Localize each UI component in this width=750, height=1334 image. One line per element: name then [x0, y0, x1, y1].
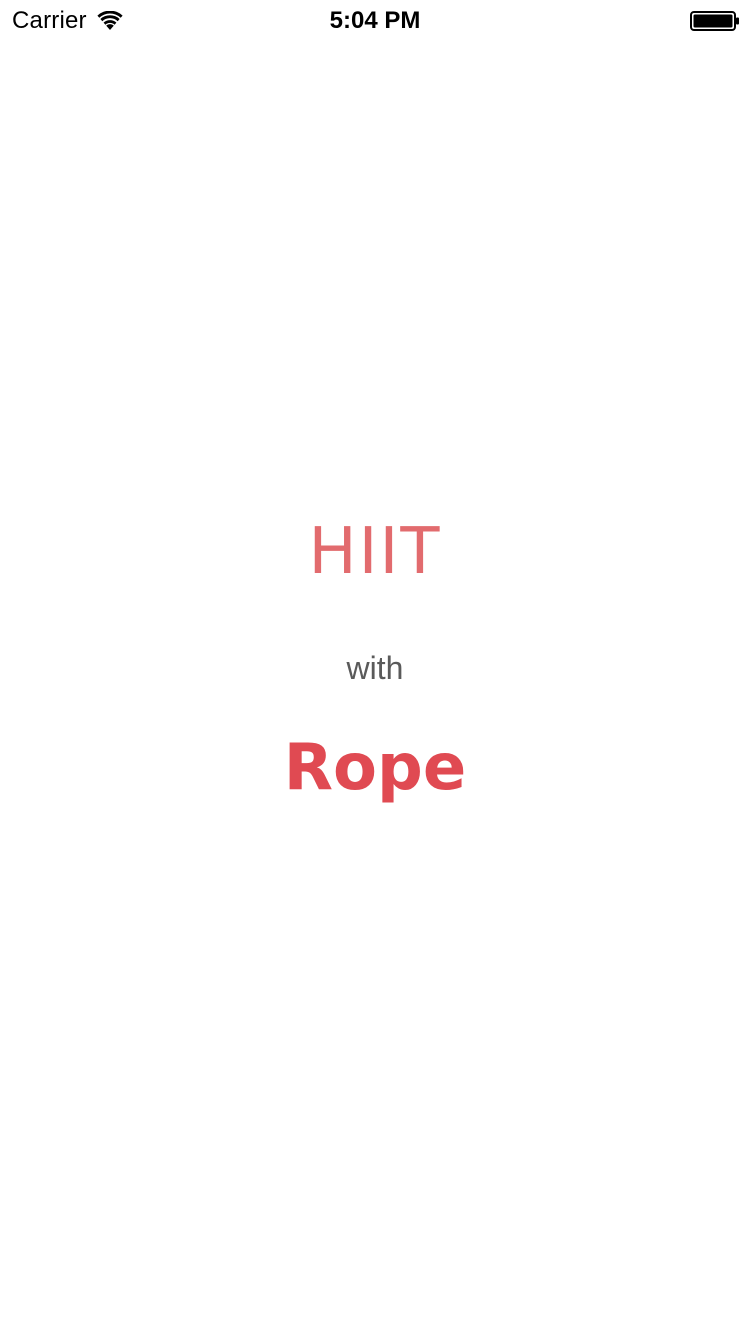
app-title-hiit: HIIT — [308, 515, 442, 589]
status-time: 5:04 PM — [329, 7, 421, 34]
app-title-with: with — [346, 650, 404, 686]
app-title-rope: Rope — [283, 731, 467, 805]
status-bar: Carrier 5:04 PM — [0, 0, 750, 40]
battery-icon — [690, 11, 740, 31]
